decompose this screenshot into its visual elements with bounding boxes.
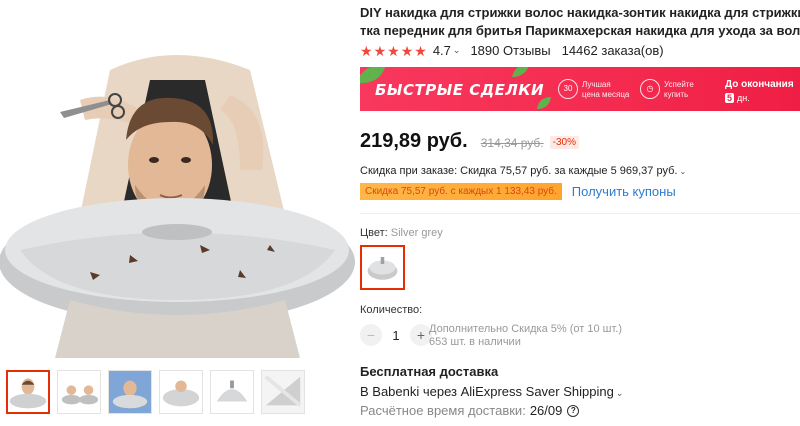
quantity-notes: Дополнительно Скидка 5% (от 10 шт.) 653 … <box>429 323 622 349</box>
coupon-tag: Скидка 75,57 руб. с каждых 1 133,43 руб. <box>360 183 562 200</box>
product-gallery <box>0 0 355 426</box>
product-photo <box>0 0 355 358</box>
thumbnail-6[interactable] <box>261 370 305 414</box>
stock-note: 653 шт. в наличии <box>429 336 521 348</box>
leaf-icon <box>512 67 529 77</box>
order-discount-text: Скидка при заказе: Скидка 75,57 руб. за … <box>360 165 678 177</box>
hurry-note-line-2: купить <box>664 90 689 99</box>
bulk-discount-note: Дополнительно Скидка 5% (от 10 шт.) <box>429 323 623 335</box>
delivery-time-label: Расчётное время доставки: <box>360 403 526 418</box>
best-price-note-line-2: цена месяца <box>582 90 630 99</box>
flash-deals-title: БЫСТРЫЕ СДЕЛКИ <box>375 81 545 99</box>
star-icon: ★ <box>387 42 400 59</box>
stopwatch-icon: ◷ <box>640 79 660 99</box>
main-product-image[interactable] <box>0 0 355 358</box>
product-title: DIY накидка для стрижки волос накидка-зо… <box>360 4 800 39</box>
estimated-delivery: Расчётное время доставки: 26/09 ? <box>360 403 580 418</box>
thumbnail-2[interactable] <box>57 370 101 414</box>
flash-deals-banner[interactable]: БЫСТРЫЕ СДЕЛКИ 30 Лучшая цена месяца ◷ У… <box>360 67 800 111</box>
rating-value[interactable]: 4.7 <box>433 43 451 58</box>
best-price-note-line-1: Лучшая <box>582 80 611 89</box>
thumbnail-1[interactable] <box>6 370 50 414</box>
product-title-line-2: тка передник для бритья Парикмахерская н… <box>360 22 800 38</box>
thumbnail-strip <box>6 370 305 414</box>
shipping-method[interactable]: В Babenki через AliExpress Saver Shippin… <box>360 384 623 399</box>
hurry-note-line-1: Успейте <box>664 80 694 89</box>
chevron-down-icon[interactable]: ⌄ <box>679 167 686 176</box>
product-title-line-1: DIY накидка для стрижки волос накидка-зо… <box>360 5 800 20</box>
rating-row: ★ ★ ★ ★ ★ 4.7 ⌄ 1890 Отзывы 14462 заказа… <box>360 43 664 58</box>
star-icon: ★ <box>414 42 427 59</box>
product-info: DIY накидка для стрижки волос накидка-зо… <box>360 0 800 426</box>
rating-stars: ★ ★ ★ ★ ★ <box>360 44 427 58</box>
delivery-time-value: 26/09 <box>529 403 563 418</box>
thumbnail-4[interactable] <box>159 370 203 414</box>
best-price-note: Лучшая цена месяца <box>582 80 629 100</box>
old-price: 314,34 руб. <box>480 136 544 150</box>
chevron-down-icon[interactable]: ⌄ <box>453 45 461 56</box>
reviews-link[interactable]: 1890 Отзывы <box>470 43 550 58</box>
star-icon: ★ <box>373 42 387 59</box>
shipping-method-text: В Babenki через AliExpress Saver Shippin… <box>360 384 614 399</box>
days-unit: дн. <box>737 93 750 103</box>
thumbnail-5[interactable] <box>210 370 254 414</box>
deal-ends-label: До окончания <box>725 79 794 90</box>
current-price: 219,89 руб. <box>360 130 468 152</box>
hurry-note: Успейте купить <box>664 80 694 100</box>
coupon-row: Скидка 75,57 руб. с каждых 1 133,43 руб.… <box>360 183 676 200</box>
quantity-label: Количество: <box>360 304 423 316</box>
quantity-input[interactable]: 1 <box>382 328 410 343</box>
discount-badge: -30% <box>549 136 579 149</box>
divider <box>360 213 800 214</box>
chevron-down-icon[interactable]: ⌄ <box>616 388 624 398</box>
get-coupons-link[interactable]: Получить купоны <box>572 184 676 199</box>
deal-countdown: 5 дн. <box>725 93 750 103</box>
decrease-quantity-button[interactable]: − <box>360 324 382 346</box>
orders-count: 14462 заказа(ов) <box>561 43 664 58</box>
selected-color-value: Silver grey <box>390 227 443 239</box>
free-shipping-title: Бесплатная доставка <box>360 364 499 379</box>
color-label-text: Цвет: <box>360 227 388 239</box>
price-row: 219,89 руб. 314,34 руб. -30% <box>360 130 579 153</box>
color-label: Цвет: Silver grey <box>360 227 443 239</box>
days-left-value: 5 <box>725 93 735 103</box>
cape-swatch-image <box>365 250 400 285</box>
calendar-30-icon: 30 <box>558 79 578 99</box>
star-icon: ★ <box>360 42 373 59</box>
thumbnail-3[interactable] <box>108 370 152 414</box>
quantity-stepper: − 1 + <box>360 324 432 346</box>
color-swatch-silver-grey[interactable] <box>360 245 405 290</box>
help-icon[interactable]: ? <box>567 404 580 417</box>
order-discount[interactable]: Скидка при заказе: Скидка 75,57 руб. за … <box>360 165 686 177</box>
star-icon: ★ <box>400 42 414 59</box>
